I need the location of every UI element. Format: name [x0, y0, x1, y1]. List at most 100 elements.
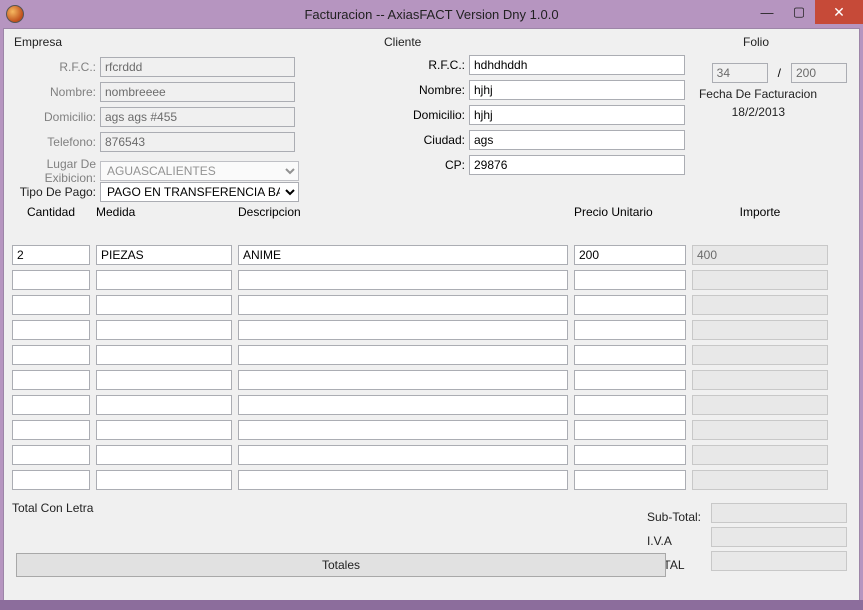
cantidad-input[interactable]: [12, 395, 90, 415]
precio-unitario-input[interactable]: [574, 420, 686, 440]
medida-input[interactable]: [96, 470, 232, 490]
cantidad-input[interactable]: [12, 420, 90, 440]
folio-sep: /: [772, 66, 787, 80]
cliente-heading: Cliente: [384, 35, 421, 49]
empresa-lugar-label: Lugar De Exibicion:: [4, 157, 96, 185]
cantidad-input[interactable]: [12, 345, 90, 365]
cliente-domicilio-input[interactable]: [469, 105, 685, 125]
cliente-ciudad-input[interactable]: [469, 130, 685, 150]
cliente-nombre-input[interactable]: [469, 80, 685, 100]
precio-unitario-input[interactable]: [574, 345, 686, 365]
cantidad-input[interactable]: [12, 320, 90, 340]
cantidad-input[interactable]: [12, 270, 90, 290]
importe-output: [692, 370, 828, 390]
empresa-telefono-label: Telefono:: [4, 135, 96, 149]
empresa-tipopago-select[interactable]: PAGO EN TRANSFERENCIA BANC: [100, 182, 299, 202]
importe-output: [692, 445, 828, 465]
client-area: Empresa R.F.C.: Nombre: Domicilio: Telef…: [3, 28, 860, 607]
iva-label: I.V.A: [647, 529, 701, 553]
empresa-nombre-label: Nombre:: [4, 85, 96, 99]
descripcion-input[interactable]: [238, 245, 568, 265]
importe-output: [692, 420, 828, 440]
cliente-cp-input[interactable]: [469, 155, 685, 175]
table-row: [12, 320, 851, 340]
descripcion-input[interactable]: [238, 370, 568, 390]
empresa-tipopago-label: Tipo De Pago:: [4, 185, 96, 199]
close-button[interactable]: ✕: [815, 0, 863, 24]
titlebar: Facturacion -- AxiasFACT Version Dny 1.0…: [0, 0, 863, 28]
bottom-bar: [0, 600, 863, 610]
cliente-ciudad-label: Ciudad:: [399, 133, 465, 147]
precio-unitario-input[interactable]: [574, 295, 686, 315]
empresa-lugar-select: AGUASCALIENTES: [100, 161, 299, 181]
totales-button[interactable]: Totales: [16, 553, 666, 577]
medida-input[interactable]: [96, 320, 232, 340]
cliente-rfc-label: R.F.C.:: [399, 58, 465, 72]
table-row: [12, 470, 851, 490]
importe-output: [692, 320, 828, 340]
cliente-rfc-input[interactable]: [469, 55, 685, 75]
folio-b-input: [791, 63, 847, 83]
importe-output: [692, 345, 828, 365]
empresa-domicilio-input: [100, 107, 295, 127]
th-cantidad: Cantidad: [12, 205, 90, 219]
th-importe: Importe: [692, 205, 828, 219]
precio-unitario-input[interactable]: [574, 470, 686, 490]
table-row: [12, 395, 851, 415]
descripcion-input[interactable]: [238, 395, 568, 415]
empresa-rfc-input: [100, 57, 295, 77]
medida-input[interactable]: [96, 420, 232, 440]
precio-unitario-input[interactable]: [574, 395, 686, 415]
empresa-rfc-label: R.F.C.:: [4, 60, 96, 74]
importe-output: [692, 245, 828, 265]
medida-input[interactable]: [96, 270, 232, 290]
empresa-telefono-input: [100, 132, 295, 152]
descripcion-input[interactable]: [238, 295, 568, 315]
table-row: [12, 245, 851, 265]
table-row: [12, 270, 851, 290]
medida-input[interactable]: [96, 345, 232, 365]
precio-unitario-input[interactable]: [574, 445, 686, 465]
descripcion-input[interactable]: [238, 320, 568, 340]
descripcion-input[interactable]: [238, 345, 568, 365]
medida-input[interactable]: [96, 445, 232, 465]
table-row: [12, 370, 851, 390]
cliente-nombre-label: Nombre:: [399, 83, 465, 97]
th-descripcion: Descripcion: [238, 205, 568, 219]
descripcion-input[interactable]: [238, 445, 568, 465]
importe-output: [692, 270, 828, 290]
precio-unitario-input[interactable]: [574, 370, 686, 390]
folio-heading: Folio: [743, 35, 769, 49]
descripcion-input[interactable]: [238, 270, 568, 290]
medida-input[interactable]: [96, 395, 232, 415]
folio-fecha-value: 18/2/2013: [732, 105, 785, 119]
medida-input[interactable]: [96, 295, 232, 315]
line-items-grid: [12, 245, 851, 495]
descripcion-input[interactable]: [238, 470, 568, 490]
importe-output: [692, 395, 828, 415]
descripcion-input[interactable]: [238, 420, 568, 440]
medida-input[interactable]: [96, 370, 232, 390]
maximize-button[interactable]: ▢: [783, 0, 815, 24]
minimize-button[interactable]: —: [751, 0, 783, 24]
cantidad-input[interactable]: [12, 470, 90, 490]
folio-a-input: [712, 63, 768, 83]
table-row: [12, 295, 851, 315]
medida-input[interactable]: [96, 245, 232, 265]
cantidad-input[interactable]: [12, 245, 90, 265]
empresa-nombre-input: [100, 82, 295, 102]
precio-unitario-input[interactable]: [574, 245, 686, 265]
empresa-heading: Empresa: [14, 35, 62, 49]
th-precio: Precio Unitario: [574, 205, 686, 219]
total-con-letra-label: Total Con Letra: [12, 501, 93, 515]
precio-unitario-input[interactable]: [574, 320, 686, 340]
window-title: Facturacion -- AxiasFACT Version Dny 1.0…: [0, 7, 863, 22]
cantidad-input[interactable]: [12, 295, 90, 315]
cliente-domicilio-label: Domicilio:: [399, 108, 465, 122]
table-row: [12, 445, 851, 465]
subtotal-value: [711, 503, 847, 523]
cantidad-input[interactable]: [12, 445, 90, 465]
precio-unitario-input[interactable]: [574, 270, 686, 290]
empresa-domicilio-label: Domicilio:: [4, 110, 96, 124]
cantidad-input[interactable]: [12, 370, 90, 390]
